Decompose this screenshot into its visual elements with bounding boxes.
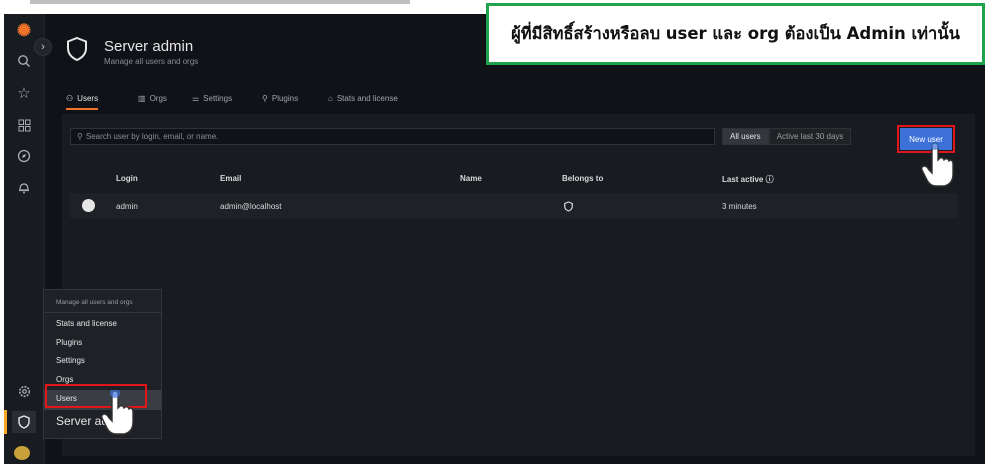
info-icon: ⓘ [765, 175, 774, 184]
table-row[interactable] [70, 193, 958, 218]
annotation-text: ผู้ที่มีสิทธิ์สร้างหรือลบ user และ org ต… [511, 24, 960, 43]
expand-nav-button[interactable]: › [34, 38, 52, 56]
search-input[interactable]: ⚲ Search user by login, email, or name. [70, 128, 715, 145]
filter-active-30-days[interactable]: Active last 30 days [768, 128, 852, 145]
server-admin-shield-icon [67, 36, 87, 62]
stats-icon: ⌂ [328, 94, 333, 103]
filter-all-users[interactable]: All users [722, 128, 769, 145]
avatar [82, 199, 95, 212]
grafana-logo-icon[interactable]: ✺ [12, 20, 36, 42]
user-filter-toggle: All users Active last 30 days [722, 128, 852, 145]
sliders-icon: ⚌ [192, 94, 200, 103]
menu-title: Manage all users and orgs [56, 299, 133, 306]
page-subtitle: Manage all users and orgs [104, 57, 199, 66]
avatar-icon[interactable] [14, 446, 30, 460]
users-panel [62, 114, 975, 456]
column-belongs-to[interactable]: Belongs to [562, 174, 603, 183]
grafana-app: ✺ ☆ › Server admin Manage all users and … [4, 14, 985, 464]
building-icon: ▥ [138, 94, 146, 103]
menu-item-stats-and-license[interactable]: Stats and license [56, 319, 117, 328]
column-email[interactable]: Email [220, 174, 241, 183]
right-strip [985, 0, 999, 464]
column-name[interactable]: Name [460, 174, 482, 183]
search-icon[interactable] [12, 50, 36, 72]
top-divider [30, 0, 410, 4]
search-placeholder: Search user by login, email, or name. [85, 132, 219, 141]
column-login[interactable]: Login [116, 174, 138, 183]
explore-icon[interactable] [12, 145, 36, 167]
pointing-hand-icon [101, 390, 134, 435]
menu-divider [44, 312, 161, 313]
tab-users[interactable]: ⚇ Users [66, 94, 99, 110]
active-indicator [4, 410, 7, 434]
tab-stats-and-license[interactable]: ⌂ Stats and license [328, 94, 398, 103]
column-last-active[interactable]: Last active ⓘ [722, 174, 774, 185]
pointing-hand-icon [921, 142, 954, 187]
cell-email[interactable]: admin@localhost [220, 202, 281, 211]
side-nav: ✺ ☆ [4, 14, 45, 464]
menu-item-orgs[interactable]: Orgs [56, 375, 73, 384]
shield-icon [564, 201, 573, 212]
dashboards-icon[interactable] [12, 114, 36, 136]
cell-login[interactable]: admin [116, 202, 138, 211]
menu-item-settings[interactable]: Settings [56, 356, 85, 365]
cell-last-active: 3 minutes [722, 202, 757, 211]
search-icon: ⚲ [77, 132, 83, 141]
shield-icon[interactable] [12, 411, 36, 433]
star-icon[interactable]: ☆ [12, 82, 36, 104]
alerting-icon[interactable] [12, 176, 36, 198]
tab-settings[interactable]: ⚌ Settings [192, 94, 232, 103]
tab-plugins[interactable]: ⚲ Plugins [262, 94, 298, 103]
annotation-callout: ผู้ที่มีสิทธิ์สร้างหรือลบ user และ org ต… [486, 3, 985, 65]
user-icon: ⚇ [66, 94, 74, 103]
menu-item-plugins[interactable]: Plugins [56, 338, 82, 347]
gear-icon[interactable] [12, 380, 36, 402]
plug-icon: ⚲ [262, 94, 268, 103]
page-title: Server admin [104, 38, 194, 55]
tab-orgs[interactable]: ▥ Orgs [138, 94, 167, 103]
